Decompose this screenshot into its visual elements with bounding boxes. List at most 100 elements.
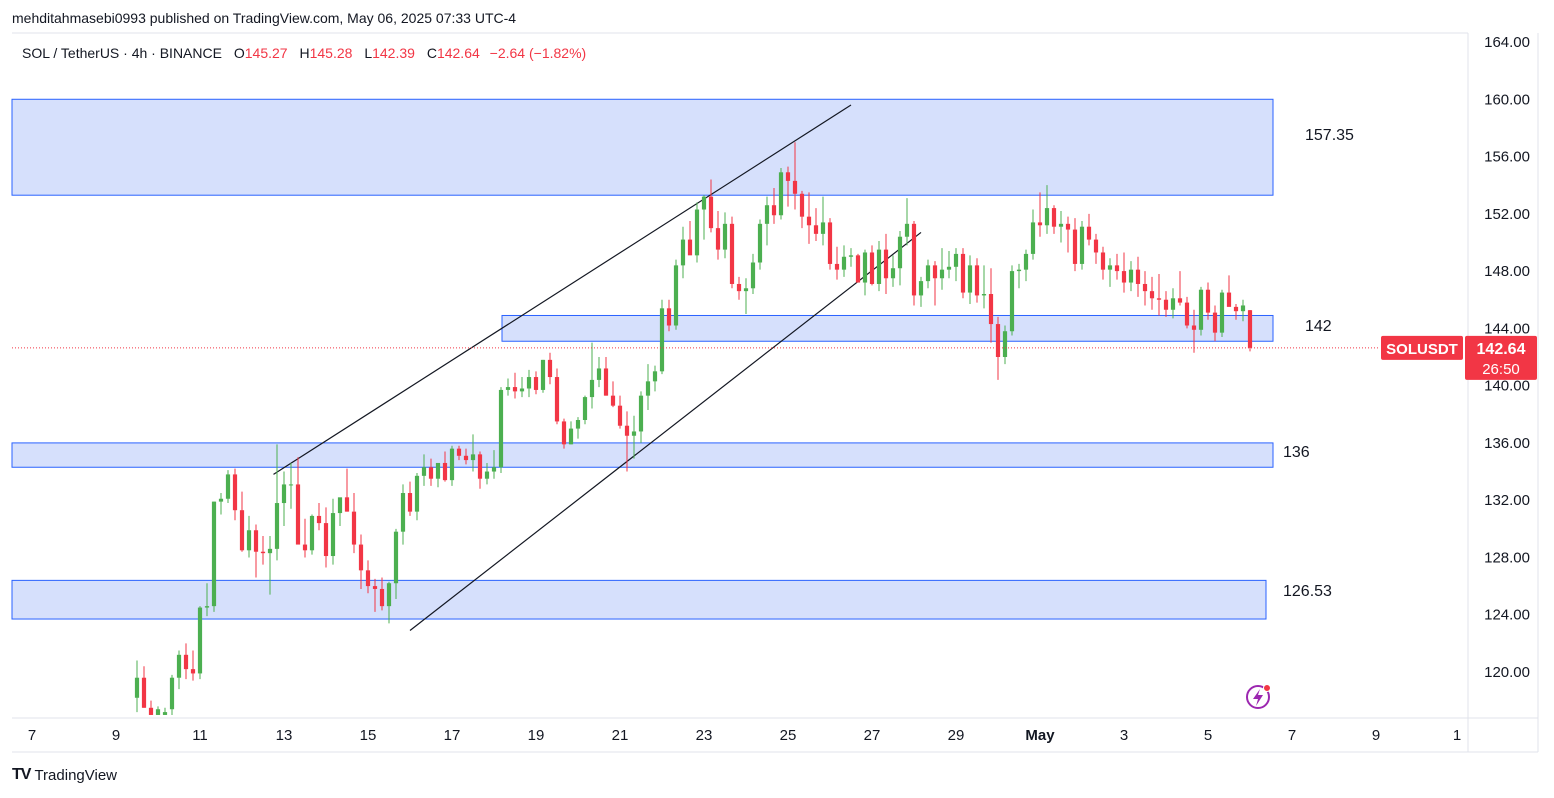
candle <box>918 276 924 307</box>
candle-body <box>827 222 833 264</box>
candle <box>344 468 350 512</box>
candle-body <box>750 262 756 289</box>
candle <box>939 248 945 290</box>
candle-body <box>1086 226 1092 240</box>
candle <box>309 514 315 555</box>
candle-body <box>981 294 987 296</box>
candle-body <box>1156 298 1162 300</box>
candle <box>337 497 343 526</box>
candle-body <box>813 225 819 234</box>
candle <box>589 342 595 409</box>
candle <box>1219 289 1225 337</box>
price-chart[interactable]: 157.35142136126.53 164.00160.00156.00152… <box>0 0 1554 760</box>
candle-body <box>1177 298 1183 303</box>
candle-body <box>225 474 231 499</box>
candle <box>1016 263 1022 289</box>
candle <box>1100 246 1106 280</box>
candle-body <box>1093 239 1099 253</box>
candle-body <box>456 448 462 456</box>
candle-body <box>148 707 154 715</box>
candle <box>652 365 658 392</box>
candle-body <box>1051 208 1057 227</box>
candle-body <box>344 497 350 512</box>
candle <box>890 255 896 287</box>
candle <box>351 493 357 554</box>
candle-body <box>267 548 273 554</box>
candle-body <box>183 654 189 670</box>
candle-body <box>1240 305 1246 312</box>
zone-label: 142 <box>1305 318 1332 335</box>
candle <box>260 535 266 565</box>
candle <box>974 258 980 303</box>
candle-body <box>386 583 392 607</box>
candle-body <box>1233 306 1239 312</box>
candle <box>316 503 322 531</box>
candle <box>645 364 651 410</box>
candle <box>1170 288 1176 319</box>
candle <box>946 251 952 279</box>
candle-body <box>715 228 721 250</box>
candle <box>302 518 308 558</box>
x-tick-label: 9 <box>112 727 120 744</box>
y-tick-label: 140.00 <box>1484 378 1530 395</box>
candle <box>288 462 294 509</box>
candle-body <box>1163 299 1169 310</box>
candle-body <box>680 239 686 266</box>
candle <box>876 241 882 292</box>
candle <box>659 299 665 375</box>
candle-body <box>260 551 266 554</box>
candle-body <box>1128 269 1134 283</box>
candle-body <box>1226 292 1232 307</box>
candle-body <box>204 606 210 608</box>
candle-body <box>890 268 896 279</box>
tradingview-footer[interactable]: TV TradingView <box>12 766 117 784</box>
candle-body <box>1198 289 1204 330</box>
symbol-tag-label: SOLUSDT <box>1386 341 1458 358</box>
candle-body <box>834 263 840 270</box>
candle <box>603 357 609 396</box>
candle <box>617 395 623 429</box>
y-tick-label: 144.00 <box>1484 320 1530 337</box>
candle-body <box>596 368 602 380</box>
candle <box>862 249 868 296</box>
candle <box>323 507 329 568</box>
candle-body <box>505 387 511 390</box>
candle <box>540 359 546 393</box>
x-tick-label: 11 <box>192 727 208 744</box>
candle-body <box>1191 325 1197 330</box>
candle-body <box>757 223 763 263</box>
x-tick-label: 29 <box>948 727 965 744</box>
x-tick-label: 27 <box>864 727 881 744</box>
candle-body <box>449 448 455 481</box>
candle-body <box>561 421 567 445</box>
candle <box>295 457 301 545</box>
candle <box>1226 275 1232 307</box>
candle-body <box>1044 208 1050 226</box>
lightning-icon[interactable] <box>1246 684 1271 709</box>
candle <box>995 316 1001 380</box>
candle-body <box>190 669 196 674</box>
candle-body <box>708 196 714 229</box>
candle-body <box>645 381 651 396</box>
candle <box>1128 261 1134 292</box>
candle <box>533 371 539 395</box>
candle <box>638 391 644 443</box>
x-tick-label: 17 <box>444 727 461 744</box>
candle-body <box>722 223 728 250</box>
candle-body <box>603 368 609 396</box>
candle <box>855 253 861 283</box>
candle-body <box>470 454 476 461</box>
candle-body <box>918 281 924 296</box>
candle-body <box>673 265 679 326</box>
candle-body <box>1149 291 1155 299</box>
y-tick-label: 164.00 <box>1484 34 1530 51</box>
candle-body <box>785 172 791 181</box>
candle-body <box>1030 222 1036 254</box>
candle-body <box>428 467 434 479</box>
candle-body <box>953 253 959 267</box>
zone-rect <box>11 442 1274 468</box>
candle <box>176 650 182 690</box>
candle <box>610 381 616 408</box>
candle-body <box>617 405 623 426</box>
candle-body <box>778 172 784 216</box>
